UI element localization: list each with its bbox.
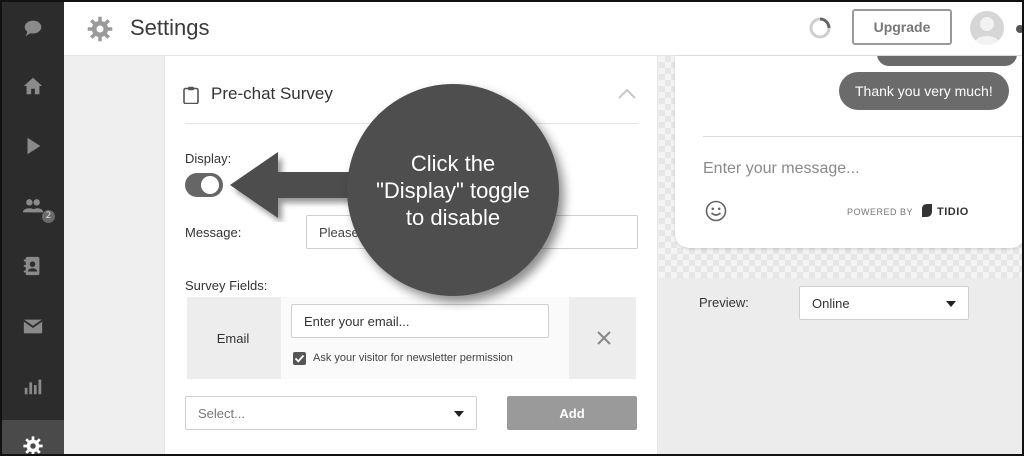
chevron-down-icon (946, 301, 956, 307)
survey-field-row: Email Enter your email... Ask your visit… (187, 297, 636, 379)
email-placeholder-input[interactable]: Enter your email... (291, 304, 549, 338)
display-label: Display: (185, 151, 232, 166)
chat-message-input[interactable]: Enter your message... (703, 160, 860, 178)
top-bar: Settings Upgrade (64, 2, 1022, 56)
newsletter-checkbox[interactable] (293, 352, 306, 365)
sidebar: 2 (2, 2, 64, 454)
sidebar-item-contacts[interactable] (2, 240, 64, 292)
visitors-icon (22, 199, 44, 213)
settings-gear-icon (87, 16, 113, 42)
sidebar-item-chat[interactable] (2, 2, 64, 54)
preview-label: Preview: (699, 295, 749, 310)
sidebar-item-analytics[interactable] (2, 360, 64, 412)
clipboard-icon (183, 86, 199, 104)
section-title: Pre-chat Survey (211, 84, 333, 103)
select-placeholder: Select... (198, 405, 245, 421)
powered-by-label: POWERED BY (847, 207, 914, 217)
add-button[interactable]: Add (507, 396, 637, 430)
upgrade-button[interactable]: Upgrade (852, 9, 952, 45)
preview-area: Thank you very much! Enter your message.… (659, 56, 1022, 454)
instruction-callout: Click the "Display" toggle to disable (347, 84, 559, 296)
sidebar-item-mail[interactable] (2, 300, 64, 352)
emoji-icon[interactable] (705, 200, 727, 222)
field-config: Enter your email... Ask your visitor for… (281, 297, 569, 379)
analytics-icon (24, 379, 42, 395)
chat-bubble-icon (24, 20, 42, 37)
checkmark-icon (294, 354, 305, 363)
play-icon (27, 137, 41, 155)
close-icon (596, 331, 611, 345)
chat-divider (703, 136, 1022, 137)
mail-icon (23, 319, 43, 334)
brand-name: TIDIO (937, 206, 969, 218)
message-bubble: Thank you very much! (839, 72, 1009, 110)
toggle-knob (201, 176, 219, 194)
message-label: Message: (185, 225, 242, 240)
sidebar-item-settings[interactable] (2, 420, 64, 454)
user-avatar-icon (974, 17, 1000, 45)
preview-status-value: Online (812, 295, 850, 311)
gear-icon (23, 436, 43, 454)
sidebar-item-home[interactable] (2, 60, 64, 112)
previous-message-bubble (877, 56, 1017, 66)
display-toggle[interactable] (185, 173, 223, 197)
app-window: 2 Settings Upgrade Pre-chat Survey Displ… (0, 0, 1024, 456)
page-title: Settings (130, 15, 210, 40)
chevron-up-icon[interactable] (617, 86, 637, 100)
preview-status-select[interactable]: Online (799, 286, 969, 320)
loading-spinner-icon (809, 17, 831, 39)
newsletter-label: Ask your visitor for newsletter permissi… (313, 352, 513, 364)
field-type-select[interactable]: Select... (185, 396, 477, 430)
survey-fields-label: Survey Fields: (185, 278, 268, 293)
contacts-icon (23, 256, 40, 276)
callout-text: Click the "Display" toggle to disable (376, 150, 530, 230)
chevron-down-icon (454, 411, 464, 417)
visitors-badge: 2 (42, 210, 55, 223)
chat-widget-preview: Thank you very much! Enter your message.… (675, 56, 1022, 248)
avatar[interactable] (970, 11, 1004, 45)
sidebar-item-play[interactable] (2, 120, 64, 172)
home-icon (23, 77, 43, 95)
sidebar-item-visitors[interactable]: 2 (2, 180, 64, 232)
field-name: Email (216, 330, 250, 346)
remove-field-button[interactable] (571, 297, 636, 379)
tidio-logo-icon (922, 204, 932, 217)
status-dot (1016, 25, 1022, 33)
